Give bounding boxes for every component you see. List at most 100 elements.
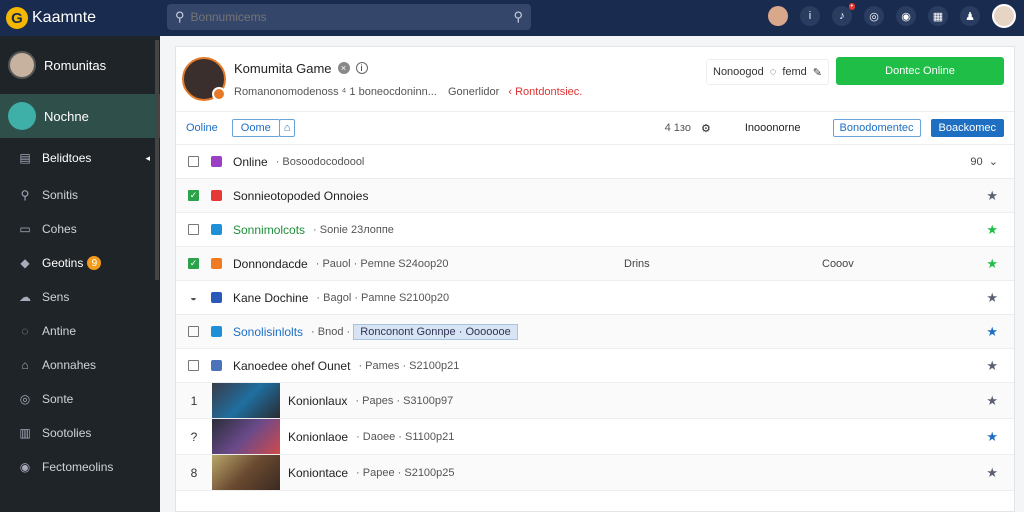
sidebar-active-label: Nochne bbox=[44, 108, 89, 124]
sidebar-item-label: Sens bbox=[42, 290, 70, 304]
profile-avatar[interactable] bbox=[992, 4, 1016, 28]
sidebar-item-4[interactable]: ☁ Sens bbox=[0, 280, 160, 314]
sidebar-item-label: Sonte bbox=[42, 392, 74, 406]
star-icon[interactable]: ★ bbox=[986, 324, 998, 340]
row-meta: · Bnod · Ronconont Gonnpe · Ooooooe bbox=[311, 323, 518, 340]
toolbar-right: 4 1зо ⚙ Inooonorne Bonodomentec Boackome… bbox=[665, 119, 1004, 137]
row-count-chevron[interactable]: 90 ⌄ bbox=[970, 155, 998, 168]
outline-button[interactable]: Bonodomentec bbox=[832, 119, 921, 137]
list-item[interactable]: ✓ Donnondacde · Pauol · Pemne S24oop20 D… bbox=[176, 247, 1014, 281]
list-item[interactable]: Sonolisinlolts · Bnod · Ronconont Gonnpe… bbox=[176, 315, 1014, 349]
top-icons: i ♪ • ◎ ◉ ▦ ♟ bbox=[768, 3, 1016, 28]
row-meta-text: Papes · S3100p97 bbox=[362, 394, 454, 407]
notification-icon[interactable]: ♪ • bbox=[832, 3, 855, 26]
list-item[interactable]: ◒ Kane Dochine · Bagol · Pamne S2100p20 … bbox=[176, 281, 1014, 315]
game-thumbnail[interactable] bbox=[212, 383, 280, 418]
sidebar-item-8[interactable]: ▥ Sootolies bbox=[0, 416, 160, 450]
row-meta: · Papee · S2100p25 bbox=[356, 466, 455, 479]
list-item[interactable]: 1 Konionlaux · Papes · S3100p97 ★ bbox=[176, 383, 1014, 419]
controller-icon: ◒ bbox=[190, 291, 197, 304]
star-icon[interactable]: ★ bbox=[986, 393, 998, 409]
discord-icon[interactable]: ◉ bbox=[896, 6, 916, 26]
profile-subtitle-link[interactable]: ‹ Rontdontsiec. bbox=[508, 86, 582, 98]
sidebar-user[interactable]: Romunitas bbox=[0, 36, 160, 94]
row-highlight[interactable]: Ronconont Gonnpe · Ooooooe bbox=[353, 323, 518, 340]
category-tag-icon bbox=[211, 190, 222, 201]
row-meta: · Pauol · Pemne S24oop20 bbox=[315, 257, 449, 270]
person-icon[interactable]: ♟ bbox=[960, 6, 980, 26]
user-avatar[interactable] bbox=[768, 6, 788, 26]
profile-header: Komumita Game × i Romanonomodenoss ⁴ 1 b… bbox=[176, 47, 1014, 111]
sidebar-item-9[interactable]: ◉ Fectomeolins bbox=[0, 450, 160, 484]
primary-button[interactable]: Boackomec bbox=[930, 119, 1004, 137]
game-thumbnail[interactable] bbox=[212, 455, 280, 490]
status-toggle[interactable]: Nonoogod ◌ femd ✎ bbox=[706, 59, 830, 85]
sidebar-user-name: Romunitas bbox=[44, 57, 107, 73]
search-icon: ⚲ bbox=[175, 9, 185, 24]
row-meta-text: Papee · S2100p25 bbox=[362, 466, 455, 479]
collapse-chevron-icon[interactable]: ◂ bbox=[145, 153, 150, 164]
filter-chip[interactable]: Oome bbox=[231, 119, 280, 137]
search-input[interactable] bbox=[190, 10, 514, 24]
close-icon[interactable]: × bbox=[337, 62, 350, 74]
row-number: 1 bbox=[190, 393, 198, 408]
row-meta-text: Bagol · Pamne S2100p20 bbox=[323, 291, 450, 304]
row-meta-text: Daoee · S1100p21 bbox=[362, 430, 455, 443]
sidebar-item-label: Aonnahes bbox=[42, 358, 97, 372]
sidebar-item-0[interactable]: ▤ Belidtoes ◂ bbox=[0, 138, 160, 178]
toolbar-label: Inooonorne bbox=[744, 122, 801, 134]
calendar-icon[interactable]: ▦ bbox=[928, 6, 948, 26]
list-item[interactable]: 8 Koniontace · Papee · S2100p25 ★ bbox=[176, 455, 1014, 491]
star-icon[interactable]: ★ bbox=[986, 222, 998, 238]
sidebar-item-2[interactable]: ▭ Cohes bbox=[0, 212, 160, 246]
row-checkbox[interactable] bbox=[188, 156, 199, 167]
search-submit-icon[interactable]: ⚲ bbox=[513, 9, 523, 25]
category-tag-icon bbox=[211, 224, 222, 235]
gamepad-icon: ◆ bbox=[20, 256, 30, 270]
row-checkbox[interactable] bbox=[188, 360, 199, 371]
list-item[interactable]: Online · Bosoodocodoool 90 ⌄ bbox=[176, 145, 1014, 179]
list-item[interactable]: Kanoedee ohef Ounet · Pames · S2100p21 ★ bbox=[176, 349, 1014, 383]
row-number: ? bbox=[190, 429, 198, 444]
category-tag-icon bbox=[211, 360, 222, 371]
sidebar-item-label: Fectomeolins bbox=[42, 460, 114, 474]
row-col2: Drins bbox=[624, 257, 650, 270]
globe-icon[interactable]: ◎ bbox=[864, 6, 884, 26]
profile-avatar-large[interactable] bbox=[182, 57, 226, 101]
sidebar-item-6[interactable]: ⌂ Aonnahes bbox=[0, 348, 160, 382]
list-item[interactable]: Sonnimolcots · Sonie 23лоппе ★ bbox=[176, 213, 1014, 247]
search-bar[interactable]: ⚲ ⚲ bbox=[167, 4, 531, 30]
game-thumbnail[interactable] bbox=[212, 419, 280, 454]
edit-icon[interactable]: ✎ bbox=[813, 66, 822, 79]
row-checkbox[interactable] bbox=[188, 326, 199, 337]
action-button[interactable]: Dontec Online bbox=[836, 57, 1004, 85]
row-checkbox[interactable]: ✓ bbox=[188, 190, 199, 201]
sidebar-item-5[interactable]: ◌ Antine bbox=[0, 314, 160, 348]
lock-icon[interactable]: ⌂ bbox=[278, 119, 296, 137]
star-icon[interactable]: ★ bbox=[986, 358, 998, 374]
row-meta: · Papes · S3100p97 bbox=[355, 394, 454, 407]
sidebar-item-3[interactable]: ◆ Geotins 9 bbox=[0, 246, 160, 280]
app-logo[interactable]: G Kaamnte bbox=[6, 7, 166, 29]
star-icon[interactable]: ★ bbox=[986, 256, 998, 272]
sidebar-scrollbar[interactable] bbox=[155, 40, 159, 280]
row-checkbox[interactable]: ✓ bbox=[188, 258, 199, 269]
row-meta-text: Bnod bbox=[317, 325, 344, 338]
info-icon[interactable]: i bbox=[355, 62, 368, 74]
settings-icon[interactable]: ⚙ bbox=[701, 122, 711, 135]
sidebar-item-active[interactable]: Nochne bbox=[0, 94, 160, 138]
list-item[interactable]: ✓ Sonnieotopoded Onnoies ★ bbox=[176, 179, 1014, 213]
list-item[interactable]: ? Konionlaoe · Daoee · S1100p21 ★ bbox=[176, 419, 1014, 455]
star-icon[interactable]: ★ bbox=[986, 429, 998, 445]
sidebar-user-avatar bbox=[8, 51, 36, 79]
info-icon[interactable]: i bbox=[800, 6, 820, 26]
row-name: Sonnimolcots bbox=[233, 222, 306, 237]
sidebar-item-1[interactable]: ⚲ Sonitis bbox=[0, 178, 160, 212]
row-checkbox[interactable] bbox=[188, 224, 199, 235]
sidebar-item-7[interactable]: ◎ Sonte bbox=[0, 382, 160, 416]
app-name: Kaamnte bbox=[32, 9, 97, 26]
star-icon[interactable]: ★ bbox=[986, 290, 998, 306]
filter-link[interactable]: Ooline bbox=[186, 122, 218, 134]
star-icon[interactable]: ★ bbox=[986, 465, 998, 481]
star-icon[interactable]: ★ bbox=[986, 188, 998, 204]
